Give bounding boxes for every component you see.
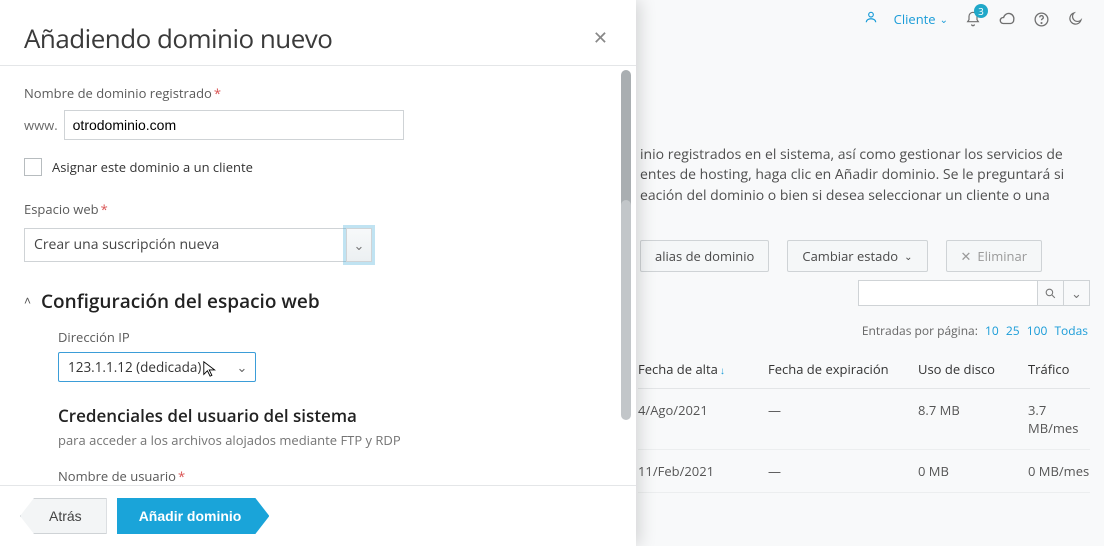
pager-all[interactable]: Todas — [1054, 322, 1088, 339]
ip-label: Dirección IP — [58, 328, 612, 346]
webspace-select[interactable]: Crear una suscripción nueva ⌄ — [24, 228, 372, 262]
modal-title: Añadiendo dominio nuevo — [24, 24, 332, 53]
back-button[interactable]: Atrás — [20, 498, 107, 534]
webspace-label: Espacio web* — [24, 200, 612, 218]
chevron-down-icon: ⌄ — [940, 12, 948, 26]
chevron-up-icon: ˄ — [24, 292, 31, 309]
col-disk[interactable]: Uso de disco — [918, 360, 1018, 378]
credentials-heading: Credenciales del usuario del sistema — [58, 404, 612, 427]
entries-per-page: Entradas por página: 10 25 100 Todas — [862, 322, 1088, 339]
table-header: Fecha de alta↓ Fecha de expiración Uso d… — [638, 350, 1090, 389]
cursor-icon — [202, 360, 220, 378]
credentials-subtext: para acceder a los archivos alojados med… — [58, 431, 612, 449]
search-options-button[interactable]: ⌄ — [1064, 280, 1090, 306]
close-icon[interactable]: ✕ — [589, 24, 612, 52]
add-domain-button[interactable]: Añadir dominio — [117, 498, 270, 534]
modal-scrollbar[interactable] — [618, 70, 632, 481]
checkbox-icon — [24, 158, 42, 176]
client-label: Cliente — [894, 10, 936, 28]
delete-button[interactable]: ✕ Eliminar — [946, 240, 1043, 272]
bg-description: inio registrados en el sistema, así como… — [640, 145, 1074, 206]
add-domain-modal: Añadiendo dominio nuevo ✕ Nombre de domi… — [0, 0, 636, 546]
change-state-button[interactable]: Cambiar estado ⌄ — [787, 240, 927, 272]
bg-action-row: alias de dominio Cambiar estado ⌄ ✕ Elim… — [640, 240, 1042, 272]
cloud-icon[interactable] — [998, 10, 1016, 28]
modal-header: Añadiendo dominio nuevo ✕ — [0, 0, 636, 66]
modal-footer: Atrás Añadir dominio — [0, 485, 636, 546]
username-label: Nombre de usuario* — [58, 467, 612, 485]
col-alta[interactable]: Fecha de alta↓ — [638, 360, 758, 378]
table-row[interactable]: 11/Feb/2021 — 0 MB 0 MB/mes — [638, 450, 1090, 493]
domain-name-label: Nombre de dominio registrado* — [24, 84, 612, 102]
pager-100[interactable]: 100 — [1027, 322, 1048, 339]
section-title: Configuración del espacio web — [41, 288, 320, 314]
moon-icon[interactable] — [1066, 10, 1084, 28]
search-input[interactable] — [858, 280, 1038, 306]
bg-search-row: ⌄ — [858, 280, 1090, 306]
ip-address-select[interactable]: 123.1.1.12 (dedicada) ⌄ — [58, 352, 256, 382]
col-exp[interactable]: Fecha de expiración — [768, 360, 908, 378]
notifications-icon[interactable]: 3 — [964, 10, 982, 28]
pager-10[interactable]: 10 — [985, 322, 999, 339]
modal-body: Nombre de dominio registrado* www. Asign… — [0, 66, 636, 485]
chevron-down-icon: ⌄ — [229, 358, 255, 376]
col-traf[interactable]: Tráfico — [1028, 360, 1098, 378]
www-prefix: www. — [24, 116, 58, 134]
x-icon: ✕ — [961, 247, 972, 265]
sort-down-icon: ↓ — [720, 363, 725, 377]
domain-name-input[interactable] — [64, 110, 404, 140]
chevron-down-icon: ⌄ — [346, 228, 372, 262]
search-button[interactable] — [1038, 280, 1064, 306]
webspace-config-section-toggle[interactable]: ˄ Configuración del espacio web — [24, 288, 612, 314]
chevron-down-icon: ⌄ — [904, 249, 912, 263]
scroll-thumb[interactable] — [621, 200, 631, 420]
user-icon — [864, 10, 878, 28]
domain-table: Fecha de alta↓ Fecha de expiración Uso d… — [638, 350, 1090, 493]
notification-badge: 3 — [974, 4, 988, 18]
topbar: Cliente ⌄ 3 — [864, 10, 1084, 28]
add-alias-button[interactable]: alias de dominio — [640, 240, 769, 272]
table-row[interactable]: 4/Ago/2021 — 8.7 MB 3.7 MB/mes ✈ — [638, 389, 1090, 450]
pager-25[interactable]: 25 — [1006, 322, 1020, 339]
help-icon[interactable] — [1032, 10, 1050, 28]
client-menu[interactable]: Cliente ⌄ — [894, 10, 948, 28]
assign-client-checkbox[interactable]: Asignar este dominio a un cliente — [24, 158, 612, 176]
